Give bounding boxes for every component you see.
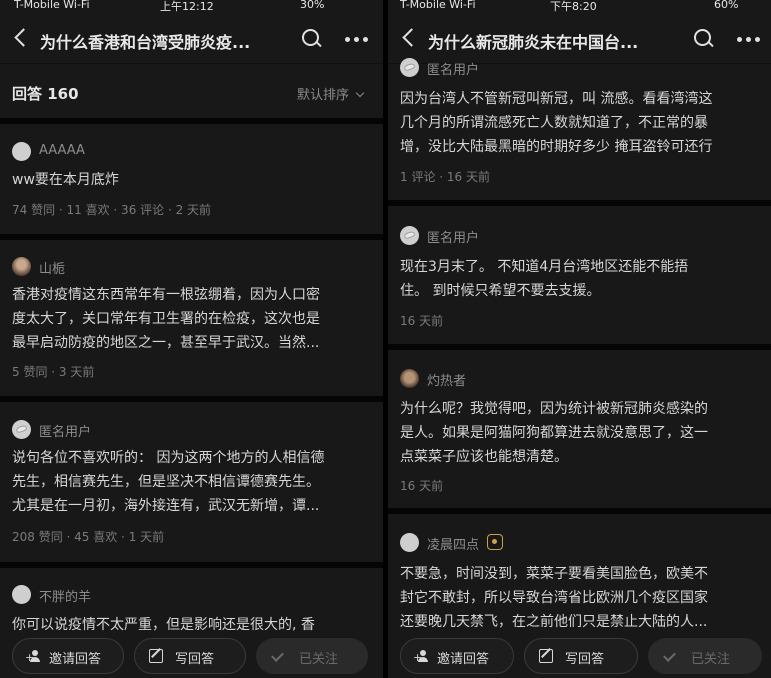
sort-label: 默认排序 [296, 88, 349, 103]
clock: 上午12:12 [160, 0, 214, 13]
followed-button[interactable]: 已关注 [256, 638, 368, 674]
answer-card[interactable]: AAAAA ww要在本月底炸 74 赞同 · 11 喜欢 · 36 评论 · 2… [0, 142, 383, 217]
card-separator [0, 562, 383, 568]
invite-answer-button[interactable]: + 邀请回答 [400, 638, 514, 674]
edit-icon [149, 649, 163, 663]
answer-card[interactable]: 匿名用户 说句各位不喜欢听的： 因为这两个地方的人相信德 先生，相信赛先生，但是坚… [0, 420, 383, 544]
write-label: 写回答 [175, 652, 215, 667]
write-answer-button[interactable]: 写回答 [134, 638, 246, 674]
invite-label: 邀请回答 [437, 652, 490, 667]
answer-excerpt[interactable]: 说句各位不喜欢听的： 因为这两个地方的人相信德 先生，相信赛先生，但是坚决不相信谭… [12, 446, 371, 518]
author-name[interactable]: 山栀 [39, 258, 65, 277]
author-name[interactable]: 凌晨四点 [427, 534, 479, 553]
add-user-icon: + [25, 649, 41, 663]
answer-excerpt[interactable]: 不要急，时间没到，菜菜子要看美国脸色，欧美不 封它不敢封，所以导致台湾省比欧洲几个… [400, 562, 759, 634]
nav-bar: 为什么新冠肺炎未在中国台... [388, 14, 771, 64]
avatar[interactable] [400, 369, 419, 388]
right-phone-screen: T-Mobile Wi-Fi 下午8:20 60% 为什么新冠肺炎未在中国台..… [388, 0, 771, 678]
answer-card[interactable]: 匿名用户 现在3月末了。 不知道4月台湾地区还能不能捂 住。 到时候只希望不要去支… [388, 226, 771, 328]
question-title[interactable]: 为什么香港和台湾受肺炎疫... [40, 29, 250, 53]
answer-meta: 16 天前 [400, 479, 444, 493]
write-answer-button[interactable]: 写回答 [524, 638, 638, 674]
avatar[interactable] [12, 142, 31, 161]
left-phone-screen: T-Mobile Wi-Fi 上午12:12 30% 为什么香港和台湾受肺炎疫.… [0, 0, 383, 678]
anonymous-avatar[interactable] [400, 58, 419, 77]
author-name[interactable]: 匿名用户 [427, 59, 479, 78]
answer-card[interactable]: 不胖的羊 你可以说疫情不太严重，但是影响还是很大的, 香 [0, 585, 383, 633]
battery-percent: 30% [300, 0, 325, 11]
answer-meta: 16 天前 [400, 314, 444, 328]
chevron-down-icon [355, 88, 365, 98]
answer-excerpt[interactable]: 你可以说疫情不太严重，但是影响还是很大的, 香 [12, 613, 371, 637]
card-separator [388, 508, 771, 514]
clock: 下午8:20 [550, 0, 597, 13]
more-options-icon[interactable] [345, 37, 369, 43]
answer-card[interactable]: 匿名用户 因为台湾人不管新冠叫新冠，叫 流感。看看湾湾这 几个月的所谓流感死亡人数… [388, 58, 771, 184]
author-name[interactable]: AAAAA [39, 143, 85, 158]
answer-excerpt[interactable]: 香港对疫情这东西常年有一根弦绷着，因为人口密 度太大了，关口常年有卫生署的在检疫，… [12, 283, 371, 355]
carrier-label: T-Mobile Wi-Fi [400, 0, 476, 11]
sort-dropdown[interactable]: 默认排序 [296, 84, 365, 103]
card-separator [0, 234, 383, 240]
answer-excerpt[interactable]: 现在3月末了。 不知道4月台湾地区还能不能捂 住。 到时候只希望不要去支援。 [400, 255, 759, 303]
author-name[interactable]: 灼热者 [427, 370, 466, 389]
screenshot-composite: T-Mobile Wi-Fi 上午12:12 30% 为什么香港和台湾受肺炎疫.… [0, 0, 771, 678]
status-bar: T-Mobile Wi-Fi 上午12:12 30% [0, 0, 383, 14]
verified-badge-icon [487, 534, 503, 550]
answer-meta: 74 赞同 · 11 喜欢 · 36 评论 · 2 天前 [12, 203, 212, 217]
back-arrow-icon[interactable] [10, 26, 32, 50]
section-separator [0, 118, 383, 124]
answer-excerpt[interactable]: 因为台湾人不管新冠叫新冠，叫 流感。看看湾湾这 几个月的所谓流感死亡人数就知道了，… [400, 87, 759, 159]
battery-percent: 60% [714, 0, 739, 11]
follow-label: 已关注 [691, 652, 731, 667]
card-separator [0, 396, 383, 402]
carrier-label: T-Mobile Wi-Fi [14, 0, 90, 11]
check-icon [271, 649, 285, 663]
nav-bar: 为什么香港和台湾受肺炎疫... [0, 14, 383, 64]
author-name[interactable]: 不胖的羊 [39, 586, 91, 605]
anonymous-avatar[interactable] [12, 420, 31, 439]
invite-label: 邀请回答 [49, 652, 102, 667]
add-user-icon: + [413, 649, 429, 663]
avatar[interactable] [12, 257, 31, 276]
bottom-action-bar: + 邀请回答 写回答 已关注 [388, 636, 771, 678]
card-separator [388, 200, 771, 206]
author-name[interactable]: 匿名用户 [427, 227, 479, 246]
answer-meta: 1 评论 · 16 天前 [400, 170, 490, 184]
avatar[interactable] [12, 585, 31, 604]
back-arrow-icon[interactable] [398, 26, 420, 50]
answer-meta: 5 赞同 · 3 天前 [12, 365, 95, 379]
answer-excerpt[interactable]: ww要在本月底炸 [12, 168, 371, 192]
status-bar: T-Mobile Wi-Fi 下午8:20 60% [388, 0, 771, 14]
avatar[interactable] [400, 533, 419, 552]
search-icon[interactable] [301, 28, 323, 50]
followed-button[interactable]: 已关注 [648, 638, 762, 674]
answer-excerpt[interactable]: 为什么呢？我觉得吧，因为统计被新冠肺炎感染的 是人。如果是阿猫阿狗都算进去就没意思… [400, 397, 759, 469]
author-name[interactable]: 匿名用户 [39, 421, 91, 440]
answer-card[interactable]: 山栀 香港对疫情这东西常年有一根弦绷着，因为人口密 度太大了，关口常年有卫生署的在… [0, 257, 383, 379]
question-title[interactable]: 为什么新冠肺炎未在中国台... [428, 29, 638, 53]
search-icon[interactable] [693, 28, 715, 50]
answers-header: 回答 160 默认排序 [0, 64, 383, 120]
edit-icon [539, 649, 553, 663]
answer-count: 回答 160 [12, 85, 79, 103]
answer-card[interactable]: 灼热者 为什么呢？我觉得吧，因为统计被新冠肺炎感染的 是人。如果是阿猫阿狗都算进去… [388, 369, 771, 493]
bottom-action-bar: + 邀请回答 写回答 已关注 [0, 636, 383, 678]
anonymous-avatar[interactable] [400, 226, 419, 245]
follow-label: 已关注 [299, 652, 339, 667]
card-separator [388, 344, 771, 350]
more-options-icon[interactable] [737, 37, 761, 43]
check-icon [663, 649, 677, 663]
invite-answer-button[interactable]: + 邀请回答 [12, 638, 124, 674]
write-label: 写回答 [565, 652, 605, 667]
answer-meta: 208 赞同 · 45 喜欢 · 1 天前 [12, 530, 165, 544]
answer-card[interactable]: 凌晨四点 不要急，时间没到，菜菜子要看美国脸色，欧美不 封它不敢封，所以导致台湾省… [388, 533, 771, 630]
